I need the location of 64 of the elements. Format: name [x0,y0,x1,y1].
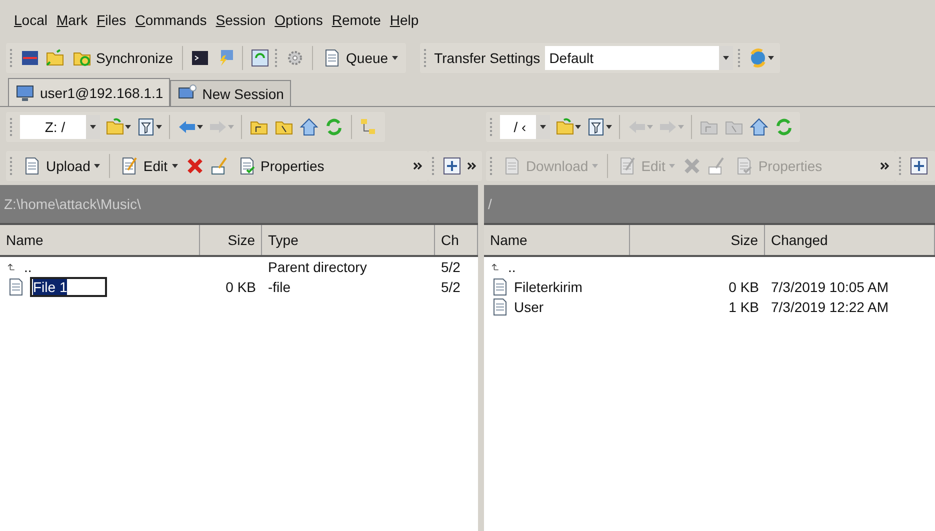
delete-icon [682,156,702,176]
column-header[interactable]: Type [262,225,435,255]
menu-item[interactable]: Mark [56,12,88,28]
chevron-right-icon [880,162,889,170]
menu-item[interactable]: Local [14,12,48,28]
plus-box-icon [442,156,462,176]
table-cell: Parent directory [268,259,367,275]
rename-icon [210,156,230,176]
table-cell: 7/3/2019 12:22 AM [771,299,889,315]
terminal-icon [190,48,210,68]
table-cell: -file [268,279,291,295]
menu-item[interactable]: Remote [332,12,381,28]
chevron-right-icon [466,162,476,170]
menu-item[interactable]: Commands [135,12,207,28]
queue-button[interactable]: Queue [320,45,400,71]
home-icon [748,117,769,137]
chevron-right-icon [412,162,422,170]
refresh-icon [250,48,270,68]
rename-field[interactable]: File 1 [30,277,108,297]
folder-arrows-icon [45,48,65,68]
monitor-icon [15,82,35,102]
file-name[interactable]: .. [24,259,32,275]
table-cell: 7/3/2019 10:05 AM [771,279,889,295]
refresh-icon [774,117,794,137]
delete-icon [184,156,204,176]
column-header[interactable]: Changed [765,225,935,255]
session-tab[interactable]: New Session [170,80,291,106]
column-header[interactable]: Name [0,225,200,255]
globe-arrows-icon [748,48,768,68]
synchronize-button[interactable]: Synchronize [70,45,176,71]
plus-box-icon [909,156,929,176]
column-header[interactable]: Ch [435,225,478,255]
filter-icon [586,117,606,137]
table-cell: 0 KB [226,279,256,295]
edit-button[interactable]: Edit [117,153,180,179]
table-cell: 1 KB [728,299,759,315]
menu-item[interactable]: Help [390,12,419,28]
folder-icon [105,117,125,137]
upload-button[interactable]: Upload [20,153,102,179]
menu-item[interactable]: Files [96,12,126,28]
path-bar: Z:\home\attack\Music\ [0,185,478,223]
properties-button[interactable]: Properties [234,153,326,179]
column-header[interactable]: Size [200,225,262,255]
drive-dropdown[interactable]: / ‹ [500,115,550,139]
transfer-settings-label: Transfer Settings [434,50,540,66]
folder-icon [554,117,575,137]
transfer-settings-dropdown[interactable]: Default [545,46,734,70]
drive-dropdown[interactable]: Z: / [20,115,100,139]
file-name[interactable]: .. [508,259,516,275]
menu-item[interactable]: Options [274,12,323,28]
file-name[interactable]: Fileterkirim [514,279,582,295]
file-name[interactable]: User [514,299,544,315]
column-header[interactable]: Size [630,225,765,255]
path-bar: / [484,185,935,223]
filter-icon [136,117,156,137]
session-tab[interactable]: user1@192.168.1.1 [8,78,170,106]
table-cell: 5/2 [441,279,460,295]
split-panels-icon [20,48,40,68]
refresh-icon [324,117,344,137]
column-header[interactable]: Name [484,225,630,255]
table-cell: 5/2 [441,259,460,275]
table-cell: 0 KB [728,279,759,295]
menu-item[interactable]: Session [216,12,266,28]
home-icon [299,117,319,137]
